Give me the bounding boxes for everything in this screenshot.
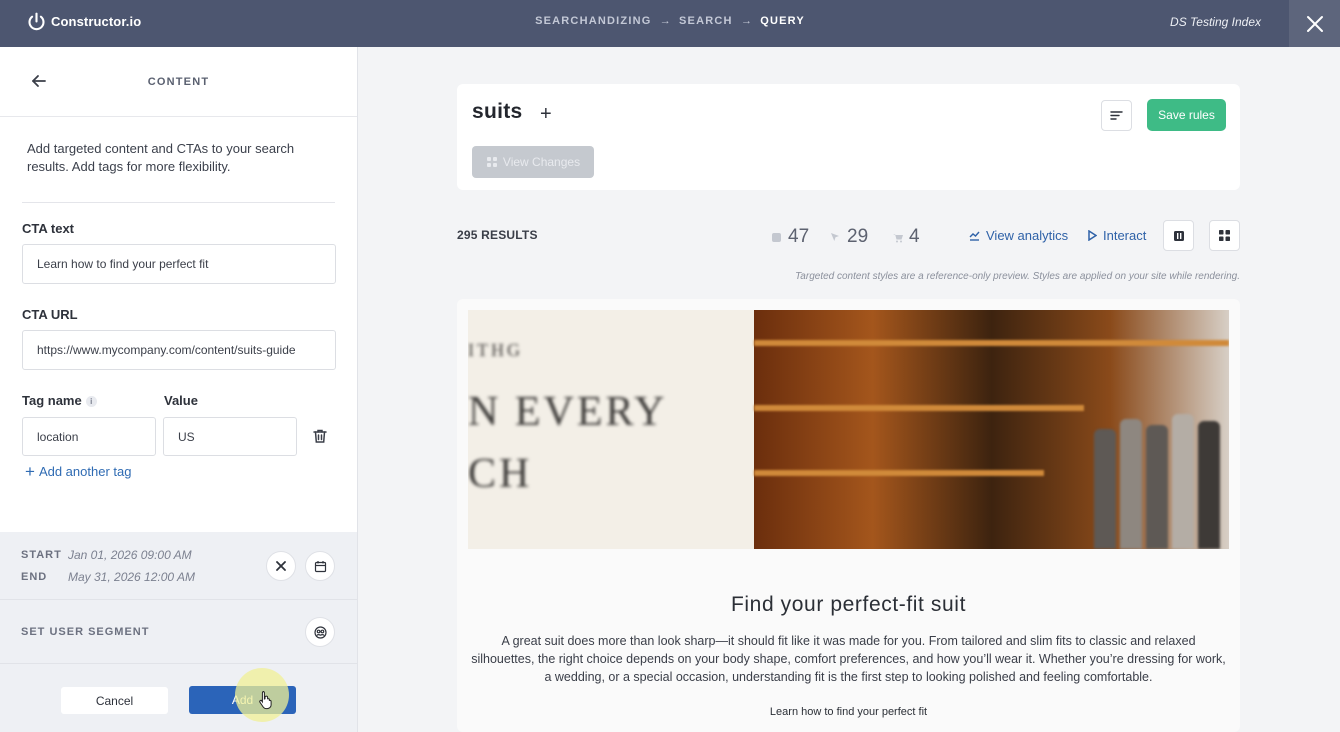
sort-button[interactable] [1101,100,1132,131]
preview-note: Targeted content styles are a reference-… [795,271,1240,282]
view-analytics-link[interactable]: View analytics [969,228,1068,243]
list-view-button[interactable] [1163,220,1194,251]
segment-button[interactable] [305,617,335,647]
users-icon [313,625,327,639]
panel-title: CONTENT [147,76,210,88]
stat-boosted: 29 [830,226,868,248]
info-icon[interactable]: i [85,396,97,407]
tag-name-label: Tag name i [22,393,97,408]
end-value: May 31, 2026 12:00 AM [68,570,195,584]
shelf [754,340,1229,346]
banner-text-2: N EVERY [468,389,668,435]
results-count: 295 RESULTS [457,228,538,242]
cta-url-input[interactable] [22,330,336,370]
breadcrumb-item[interactable]: SEARCH [679,15,733,27]
view-analytics-label: View analytics [986,228,1069,243]
content-title: Find your perfect-fit suit [730,593,966,616]
grid-view-button[interactable] [1209,220,1240,251]
stat-buried: 4 [892,226,920,248]
view-changes-label: View Changes [502,155,581,169]
analytics-icon [969,231,980,241]
banner-text-area: ITHG N EVERY CH [468,310,754,549]
segment-label: SET USER SEGMENT [21,626,150,638]
store-photo [754,310,1229,549]
top-bar: Constructor.io SEARCHANDIZING → SEARCH →… [0,0,1340,47]
calendar-button[interactable] [305,551,335,581]
query-term: suits [472,100,523,123]
cta-text-input[interactable] [22,244,336,284]
breadcrumb-item[interactable]: SEARCHANDIZING [535,15,651,27]
list-view-icon [1173,230,1184,241]
cancel-button[interactable]: Cancel [61,687,168,714]
close-icon [276,561,286,571]
divider [22,202,335,203]
breadcrumb-arrow: → [740,15,752,27]
garment [1172,414,1194,549]
shelf [754,470,1044,476]
main-area: suits + View Changes Save rules 295 RESU… [358,47,1340,732]
banner-text-1: ITHG [468,340,523,360]
panel-description: Add targeted content and CTAs to your se… [27,141,295,174]
stat-pinned: 47 [771,226,809,248]
tag-name-input[interactable] [22,417,156,456]
add-tag-label: Add another tag [38,464,132,479]
cursor-icon [831,232,839,241]
targeted-content-preview: ITHG N EVERY CH Find your perfect-fit su… [457,299,1240,732]
view-changes-button[interactable]: View Changes [472,146,594,178]
tag-value-input[interactable] [163,417,297,456]
panel-header: CONTENT [0,47,357,117]
start-value: Jan 01, 2026 09:00 AM [68,548,192,562]
start-label: START [21,549,62,561]
interact-label: Interact [1103,228,1147,243]
end-label: END [21,571,48,583]
tag-value-label: Value [164,393,198,408]
index-name[interactable]: DS Testing Index [1170,15,1261,29]
play-icon [1088,230,1097,241]
breadcrumb: SEARCHANDIZING → SEARCH → QUERY [0,15,1340,27]
garment [1120,419,1142,549]
garment [1198,421,1220,549]
sort-icon [1110,111,1123,120]
content-body: A great suit does more than look sharp—i… [471,634,1226,684]
cta-link[interactable]: Learn how to find your perfect fit [457,706,1240,718]
pin-icon [772,232,781,242]
user-segment-section: SET USER SEGMENT [0,600,357,664]
cta-text-label: CTA text [22,221,74,236]
garment [1146,425,1168,549]
cart-icon [893,233,903,242]
tag-name-label-text: Tag name [22,393,82,408]
panel-footer: Cancel Add [0,664,357,732]
schedule-section: START Jan 01, 2026 09:00 AM END May 31, … [0,532,357,600]
stat-pinned-value: 47 [788,226,810,247]
content-panel: CONTENT Add targeted content and CTAs to… [0,47,358,732]
clear-schedule-button[interactable] [266,551,296,581]
save-rules-button[interactable]: Save rules [1147,99,1226,131]
add-query-button[interactable]: + [540,103,552,126]
interact-link[interactable]: Interact [1088,228,1146,243]
banner-image: ITHG N EVERY CH [468,310,1229,549]
changes-icon [486,157,497,167]
close-button[interactable] [1289,0,1340,47]
close-icon [1306,15,1323,32]
add-tag-button[interactable]: + Add another tag [25,461,132,481]
query-card: suits + View Changes Save rules [457,84,1240,190]
add-button[interactable]: Add [189,686,296,714]
plus-icon: + [25,461,35,481]
shelf [754,405,1084,411]
stat-buried-value: 4 [909,226,920,247]
cta-url-label: CTA URL [22,307,78,322]
garment [1094,429,1116,549]
grid-view-icon [1219,230,1230,241]
stat-boosted-value: 29 [847,226,869,247]
breadcrumb-arrow: → [659,15,671,27]
breadcrumb-current: QUERY [760,15,805,27]
trash-icon[interactable] [312,428,328,444]
banner-text-3: CH [468,451,533,497]
calendar-icon [314,560,326,572]
